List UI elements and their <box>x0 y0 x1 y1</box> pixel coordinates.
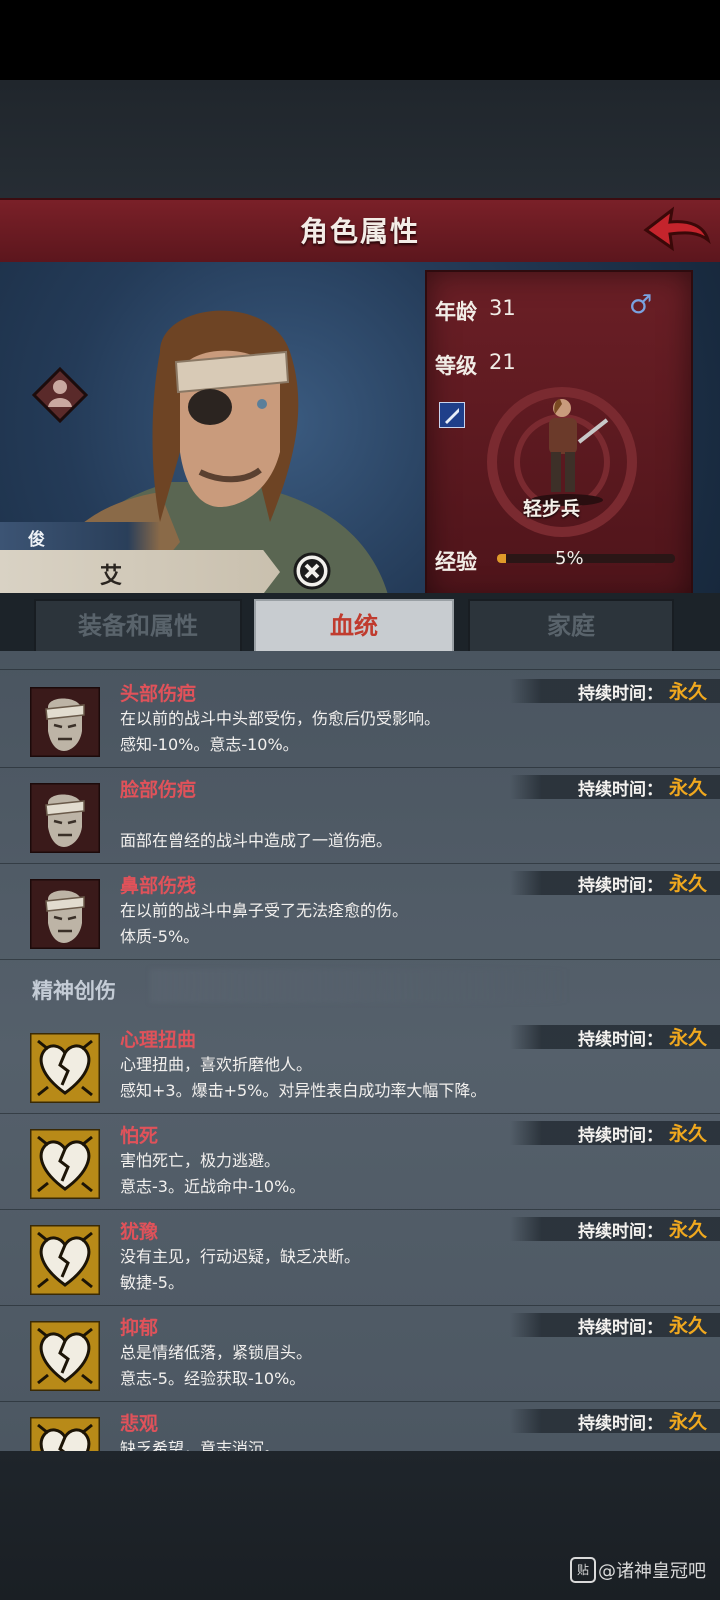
broken-heart-icon <box>28 1223 102 1297</box>
top-background <box>0 80 720 198</box>
age-label: 年龄 <box>435 300 477 324</box>
injured-nose-icon <box>28 877 102 951</box>
exp-percent: 5% <box>555 548 584 569</box>
trait-effects: 面部在曾经的战斗中造成了一道伤疤。 <box>120 831 393 850</box>
trait-effects: 感知+3。爆击+5%。对异性表白成功率大幅下降。 <box>120 1081 487 1100</box>
trait-row[interactable]: 犹豫没有主见，行动迟疑，缺乏决断。 敏捷-5。 持续时间： 永久 <box>0 1209 720 1306</box>
header-bar: 角色属性 <box>0 198 720 265</box>
male-gender-icon: ♂ <box>629 290 653 320</box>
duration-value: 永久 <box>669 1027 708 1049</box>
exp-bar <box>497 554 675 563</box>
trait-row[interactable]: 脸部伤疤面部在曾经的战斗中造成了一道伤疤。 持续时间： 永久 <box>0 767 720 864</box>
tab-family[interactable]: 家庭 <box>468 599 674 653</box>
duration-label: 持续时间： <box>578 1222 663 1242</box>
name-banner[interactable] <box>0 550 280 594</box>
trait-effects: 感知-10%。意志-10%。 <box>120 735 299 754</box>
stats-panel: 年龄 31 ♂ 等级 21 轻步兵 经验 5% <box>425 270 693 602</box>
duration-value: 永久 <box>669 1315 708 1337</box>
watermark-text: @诸神皇冠吧 <box>598 1561 706 1582</box>
tab-lineage[interactable]: 血统 <box>254 599 454 653</box>
tab-equipment-attributes[interactable]: 装备和属性 <box>34 599 242 653</box>
trait-description: 心理扭曲，喜欢折磨他人。 <box>120 1055 313 1074</box>
duration-label: 持续时间： <box>578 876 663 896</box>
trait-list[interactable]: 头部伤疤 在以前的战斗中头部受伤，伤愈后仍受影响。 感知-10%。意志-10%。 持续… <box>0 651 720 1451</box>
section-title-mental-trauma: 精神创伤 <box>32 979 116 1003</box>
nickname-banner <box>0 522 160 550</box>
trait-title: 犹豫 <box>120 1221 159 1243</box>
duration-label: 持续时间： <box>578 1318 663 1338</box>
duration-label: 持续时间： <box>578 1030 663 1050</box>
duration-label: 持续时间： <box>578 780 663 800</box>
duration-value: 永久 <box>669 1123 708 1145</box>
trait-effects: 意志-5。经验获取-10%。 <box>120 1369 306 1388</box>
trait-title: 抑郁 <box>120 1317 159 1339</box>
trait-effects: 体质-5%。 <box>120 927 200 946</box>
duration-label: 持续时间： <box>578 1414 663 1434</box>
page-title: 角色属性 <box>299 215 420 248</box>
trait-row[interactable]: 抑郁总是情绪低落，紧锁眉头。 意志-5。经验获取-10%。 持续时间： 永久 <box>0 1305 720 1402</box>
section-banner <box>150 969 570 1003</box>
trait-title: 脸部伤疤 <box>120 779 197 801</box>
exp-bar-fill <box>497 554 506 563</box>
trait-description: 在以前的战斗中头部受伤，伤愈后仍受影响。 <box>120 709 441 728</box>
trait-description: 总是情绪低落，紧锁眉头。 <box>120 1343 313 1362</box>
trait-title: 怕死 <box>120 1125 159 1147</box>
trait-row[interactable]: 头部伤疤在以前的战斗中头部受伤，伤愈后仍受影响。 感知-10%。意志-10%。 持续… <box>0 671 720 768</box>
trait-description: 在以前的战斗中鼻子受了无法痊愈的伤。 <box>120 901 409 920</box>
trait-description: 害怕死亡，极力逃避。 <box>120 1151 281 1170</box>
duration-label: 持续时间： <box>578 684 663 704</box>
sword-skill-icon[interactable] <box>439 402 465 428</box>
trait-title: 鼻部伤残 <box>120 875 197 897</box>
trait-title: 悲观 <box>120 1413 159 1435</box>
duration-value: 永久 <box>669 873 708 895</box>
trait-row[interactable]: 心理扭曲心理扭曲，喜欢折磨他人。感知+3。爆击+5%。对异性表白成功率大幅下降。… <box>0 1017 720 1114</box>
age-value: 31 <box>489 296 516 320</box>
trait-row[interactable]: 鼻部伤残在以前的战斗中鼻子受了无法痊愈的伤。 体质-5%。 持续时间： 永久 <box>0 863 720 960</box>
exp-label: 经验 <box>435 550 477 574</box>
broken-heart-icon <box>28 1127 102 1201</box>
trait-effects: 意志-3。近战命中-10%。 <box>120 1177 306 1196</box>
close-icon[interactable] <box>293 552 331 590</box>
duration-value: 永久 <box>669 681 708 703</box>
light-infantry-figure <box>531 399 609 506</box>
scarred-face-icon <box>28 781 102 855</box>
level-label: 等级 <box>435 354 477 378</box>
class-name: 轻步兵 <box>523 498 581 520</box>
trait-row[interactable]: 悲观缺乏希望，意志消沉。 持续时间： 永久 <box>0 1401 720 1451</box>
duration-value: 永久 <box>669 1411 708 1433</box>
broken-heart-icon <box>28 1319 102 1393</box>
trait-row[interactable]: 怕死害怕死亡，极力逃避。意志-3。近战命中-10%。 持续时间： 永久 <box>0 1113 720 1210</box>
back-arrow-icon[interactable] <box>642 206 712 256</box>
duration-label: 持续时间： <box>578 1126 663 1146</box>
tieba-logo-icon: 贴 <box>570 1557 596 1583</box>
trait-description: 没有主见，行动迟疑，缺乏决断。 <box>120 1247 361 1266</box>
trait-description: 缺乏希望，意志消沉。 <box>120 1439 281 1451</box>
trait-title: 头部伤疤 <box>120 683 197 705</box>
tab-bar: 装备和属性 血统 家庭 <box>0 593 720 653</box>
trait-title: 心理扭曲 <box>120 1029 197 1051</box>
broken-heart-icon <box>28 1031 102 1105</box>
duration-value: 永久 <box>669 777 708 799</box>
scarred-head-icon <box>28 685 102 759</box>
trait-effects: 敏捷-5。 <box>120 1273 184 1292</box>
cut-off-row <box>0 651 720 670</box>
broken-heart-icon <box>28 1415 102 1451</box>
duration-value: 永久 <box>669 1219 708 1241</box>
status-bar-area <box>0 0 720 80</box>
